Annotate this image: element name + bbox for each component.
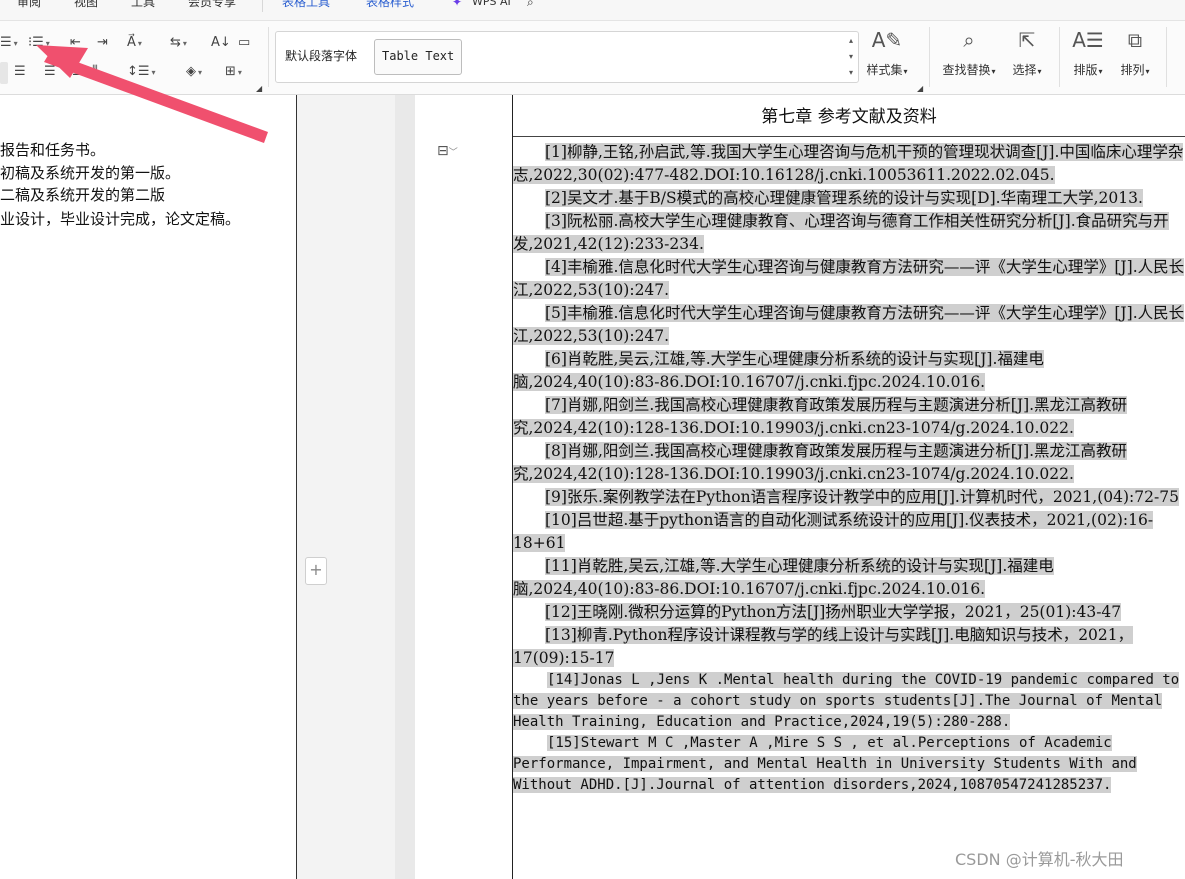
align-left-active-icon[interactable] bbox=[0, 62, 8, 84]
left-page-line: 报告和任务书。 bbox=[0, 141, 106, 159]
reference-item: [12]王晓刚.微积分运算的Python方法[J]扬州职业大学学报，2021，2… bbox=[513, 601, 1185, 624]
wps-ai-icon[interactable]: ✦ bbox=[452, 0, 462, 9]
layout-icon: A☰ bbox=[1072, 28, 1104, 52]
style-gallery: 默认段落字体 Table Text ▴ ▾ ▾ bbox=[275, 31, 859, 83]
arrange-label: 排列 bbox=[1120, 63, 1145, 77]
styles-label: 样式集 bbox=[866, 63, 903, 77]
ribbon-separator bbox=[1166, 27, 1167, 87]
gallery-up-icon[interactable]: ▴ bbox=[846, 34, 856, 47]
menu-table-style[interactable]: 表格样式 bbox=[366, 0, 414, 9]
sort-icon[interactable]: A↓ bbox=[211, 35, 231, 51]
menu-member[interactable]: 会员专享 bbox=[188, 0, 236, 9]
gallery-more-icon[interactable]: ▾ bbox=[846, 66, 856, 79]
search-icon[interactable]: ⌕ bbox=[527, 0, 534, 9]
decrease-indent-icon[interactable]: ⇤ bbox=[70, 35, 81, 51]
reference-text: [4]丰榆雅.信息化时代大学生心理咨询与健康教育方法研究——评《大学生心理学》[… bbox=[513, 258, 1185, 299]
reference-item: [4]丰榆雅.信息化时代大学生心理咨询与健康教育方法研究——评《大学生心理学》[… bbox=[513, 256, 1185, 302]
align-center-icon[interactable]: ☰ bbox=[14, 64, 26, 80]
arrange-button[interactable]: ⧉ 排列▾ bbox=[1114, 25, 1156, 78]
reference-list: [1]柳静,王铭,孙启武,等.我国大学生心理咨询与危机干预的管理现状调查[J].… bbox=[513, 141, 1185, 796]
layout-label: 排版 bbox=[1073, 63, 1098, 77]
table-handle-icon[interactable]: ⊟﹀ bbox=[437, 143, 458, 159]
page-shadow bbox=[395, 95, 415, 879]
menu-review[interactable]: 审阅 bbox=[17, 0, 41, 9]
watermark: CSDN @计算机-秋大田 bbox=[955, 850, 1124, 869]
gallery-down-icon[interactable]: ▾ bbox=[846, 50, 856, 63]
shading-icon[interactable]: ◈ ▾ bbox=[186, 64, 202, 81]
select-label: 选择 bbox=[1012, 63, 1037, 77]
reference-text: [7]肖娜,阳剑兰.我国高校心理健康教育政策发展历程与主题演进分析[J].黑龙江… bbox=[513, 396, 1128, 437]
show-marks-icon[interactable]: ▭ bbox=[238, 35, 250, 51]
reference-item: [15]Stewart M C ,Master A ,Mire S S , et… bbox=[513, 733, 1185, 796]
menu-table-tools[interactable]: 表格工具 bbox=[282, 0, 330, 9]
reference-item: [1]柳静,王铭,孙启武,等.我国大学生心理咨询与危机干预的管理现状调查[J].… bbox=[513, 141, 1185, 187]
reference-item: [5]丰榆雅.信息化时代大学生心理咨询与健康教育方法研究——评《大学生心理学》[… bbox=[513, 302, 1185, 348]
reference-text: [9]张乐.案例教学法在Python语言程序设计教学中的应用[J].计算机时代，… bbox=[545, 488, 1179, 506]
page-gutter bbox=[297, 95, 395, 879]
select-button[interactable]: ⇱ 选择▾ bbox=[1006, 25, 1048, 78]
find-replace-button[interactable]: ⌕ 查找替换▾ bbox=[938, 25, 1000, 78]
style-default-paragraph[interactable]: 默认段落字体 bbox=[278, 39, 364, 73]
arrange-icon: ⧉ bbox=[1127, 28, 1143, 52]
reference-item: [8]肖娜,阳剑兰.我国高校心理健康教育政策发展历程与主题演进分析[J].黑龙江… bbox=[513, 440, 1185, 486]
reference-item: [13]柳青.Python程序设计课程教与学的线上设计与实践[J].电脑知识与技… bbox=[513, 624, 1185, 670]
reference-text: [11]肖乾胜,吴云,江雄,等.大学生心理健康分析系统的设计与实现[J].福建电… bbox=[513, 557, 1054, 598]
chapter-title: 第七章 参考文献及资料 bbox=[761, 107, 937, 127]
reference-item: [6]肖乾胜,吴云,江雄,等.大学生心理健康分析系统的设计与实现[J].福建电脑… bbox=[513, 348, 1185, 394]
align-right-icon[interactable]: ☰ bbox=[44, 64, 56, 80]
right-page: ⊟﹀ 第七章 参考文献及资料 [1]柳静,王铭,孙启武,等.我国大学生心理咨询与… bbox=[415, 95, 1185, 879]
layout-button[interactable]: A☰ 排版▾ bbox=[1068, 25, 1108, 78]
ribbon-separator bbox=[268, 27, 269, 87]
title-rule bbox=[513, 136, 1185, 137]
borders-icon[interactable]: ⊞ ▾ bbox=[225, 64, 242, 81]
reference-text: [14]Jonas L ,Jens K .Mental health durin… bbox=[513, 672, 1180, 730]
menu-separator bbox=[262, 0, 263, 12]
numbered-list-icon[interactable]: ⁝☰ ▾ bbox=[28, 35, 50, 52]
reference-item: [3]阮松丽.高校大学生心理健康教育、心理咨询与德育工作相关性研究分析[J].食… bbox=[513, 210, 1185, 256]
menu-view[interactable]: 视图 bbox=[74, 0, 98, 9]
reference-text: [13]柳青.Python程序设计课程教与学的线上设计与实践[J].电脑知识与技… bbox=[513, 626, 1134, 667]
reference-text: [1]柳静,王铭,孙启武,等.我国大学生心理咨询与危机干预的管理现状调查[J].… bbox=[513, 143, 1184, 184]
left-page-line: 二稿及系统开发的第二版 bbox=[0, 186, 166, 204]
text-direction-icon[interactable]: A⃗ ▾ bbox=[127, 35, 142, 52]
reference-text: [5]丰榆雅.信息化时代大学生心理咨询与健康教育方法研究——评《大学生心理学》[… bbox=[513, 304, 1185, 345]
reference-text: [15]Stewart M C ,Master A ,Mire S S , et… bbox=[513, 735, 1137, 793]
reference-text: [8]肖娜,阳剑兰.我国高校心理健康教育政策发展历程与主题演进分析[J].黑龙江… bbox=[513, 442, 1128, 483]
reference-item: [10]吕世超.基于python语言的自动化测试系统设计的应用[J].仪表技术，… bbox=[513, 509, 1185, 555]
find-replace-label: 查找替换 bbox=[942, 63, 991, 77]
reference-item: [9]张乐.案例教学法在Python语言程序设计教学中的应用[J].计算机时代，… bbox=[513, 486, 1185, 509]
line-spacing-icon[interactable]: ↕☰ ▾ bbox=[127, 64, 156, 81]
reference-item: [14]Jonas L ,Jens K .Mental health durin… bbox=[513, 670, 1185, 733]
ribbon-separator bbox=[1059, 27, 1060, 87]
line-wrap-icon[interactable]: ⇆ ▾ bbox=[170, 35, 187, 52]
ribbon: ☰ ▾ ⁝☰ ▾ ⇤ ⇥ A⃗ ▾ ⇆ ▾ A↓ ▭ ☰ ☰ ☰ ⫼ ↕☰ ▾ ◈ ▾ ⊞ ▾… bbox=[0, 21, 1185, 95]
reference-text: [12]王晓刚.微积分运算的Python方法[J]扬州职业大学学报，2021，2… bbox=[545, 603, 1122, 621]
reference-item: [11]肖乾胜,吴云,江雄,等.大学生心理健康分析系统的设计与实现[J].福建电… bbox=[513, 555, 1185, 601]
bullet-list-icon[interactable]: ☰ ▾ bbox=[0, 35, 18, 52]
reference-text: [6]肖乾胜,吴云,江雄,等.大学生心理健康分析系统的设计与实现[J].福建电脑… bbox=[513, 350, 1044, 391]
magnifier-icon: ⌕ bbox=[963, 28, 975, 52]
menu-wps-ai[interactable]: WPS AI bbox=[472, 0, 511, 9]
reference-text: [10]吕世超.基于python语言的自动化测试系统设计的应用[J].仪表技术，… bbox=[513, 511, 1154, 552]
justify-icon[interactable]: ☰ bbox=[72, 64, 84, 80]
styles-button[interactable]: A✎ 样式集▾ bbox=[866, 25, 908, 78]
distribute-icon[interactable]: ⫼ bbox=[92, 64, 98, 80]
left-page: 报告和任务书。 初稿及系统开发的第一版。 二稿及系统开发的第二版 业设计，毕业设… bbox=[0, 95, 297, 879]
menu-tools[interactable]: 工具 bbox=[131, 0, 155, 9]
reference-text: [3]阮松丽.高校大学生心理健康教育、心理咨询与德育工作相关性研究分析[J].食… bbox=[513, 212, 1169, 253]
reference-item: [7]肖娜,阳剑兰.我国高校心理健康教育政策发展历程与主题演进分析[J].黑龙江… bbox=[513, 394, 1185, 440]
left-page-line: 初稿及系统开发的第一版。 bbox=[0, 164, 181, 182]
increase-indent-icon[interactable]: ⇥ bbox=[97, 35, 108, 51]
style-table-text[interactable]: Table Text bbox=[374, 39, 463, 75]
reference-item: [2]吴文才.基于B/S模式的高校心理健康管理系统的设计与实现[D].华南理工大… bbox=[513, 187, 1185, 210]
reference-text: [2]吴文才.基于B/S模式的高校心理健康管理系统的设计与实现[D].华南理工大… bbox=[545, 189, 1143, 207]
ribbon-separator bbox=[929, 27, 930, 87]
menu-bar: 审阅 视图 工具 会员专享 表格工具 表格样式 ✦ WPS AI ⌕ bbox=[0, 0, 1185, 21]
style-brush-icon: A✎ bbox=[871, 28, 903, 52]
add-page-button[interactable]: + bbox=[305, 557, 327, 585]
cursor-icon: ⇱ bbox=[1018, 28, 1036, 52]
left-page-line: 业设计，毕业设计完成，论文定稿。 bbox=[0, 210, 241, 228]
